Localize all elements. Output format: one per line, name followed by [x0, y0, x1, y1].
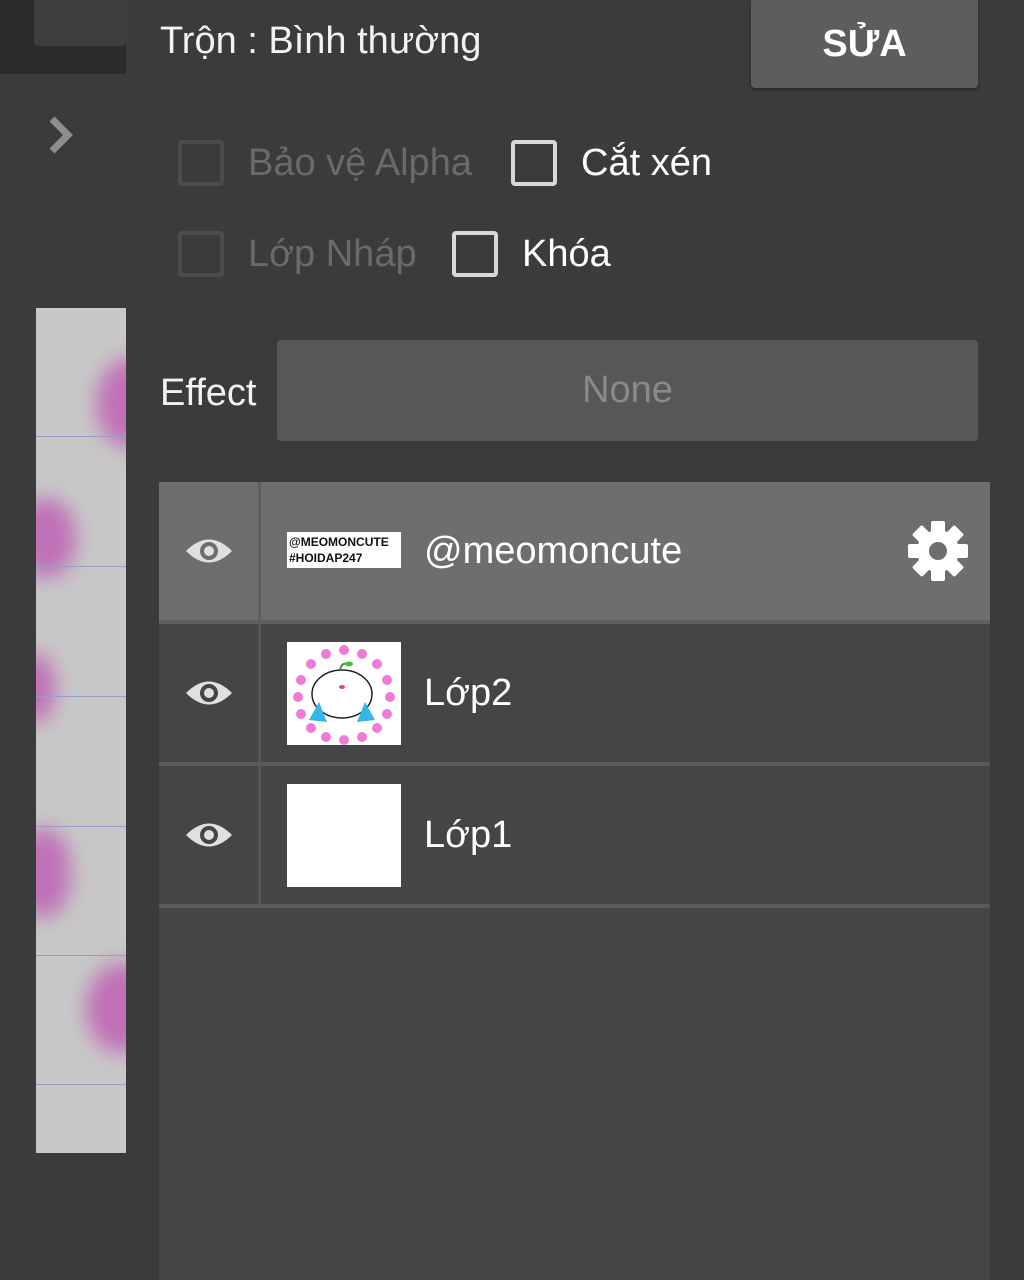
chevron-right-icon[interactable] [40, 112, 80, 158]
toolbar-button[interactable] [34, 0, 126, 46]
eye-icon [185, 823, 232, 847]
alpha-protect-checkbox[interactable] [178, 140, 224, 186]
draft-layer-checkbox[interactable] [178, 231, 224, 277]
blend-mode-label[interactable]: Trộn : Bình thường [160, 16, 481, 66]
layer-row-lop1[interactable]: Lớp1 [159, 766, 990, 908]
layer-list: @MEOMONCUTE #HOIDAP247 @meomoncute Lớp2 … [159, 482, 990, 1280]
lock-option[interactable]: Khóa [452, 231, 611, 277]
lock-label: Khóa [522, 232, 611, 275]
layer-visibility-toggle[interactable] [159, 482, 261, 620]
draft-layer-label: Lớp Nháp [248, 232, 417, 275]
layer-row-lop2[interactable]: Lớp2 [159, 624, 990, 766]
clipping-label: Cắt xén [581, 141, 712, 184]
canvas-preview [36, 308, 126, 1153]
clipping-option[interactable]: Cắt xén [511, 140, 712, 186]
effect-dropdown[interactable]: None [277, 340, 978, 441]
draft-layer-option[interactable]: Lớp Nháp [178, 231, 417, 277]
layer-name: @meomoncute [424, 529, 683, 572]
layer-thumbnail: @MEOMONCUTE #HOIDAP247 [287, 532, 401, 568]
layer-thumbnail [287, 784, 401, 887]
lock-checkbox[interactable] [452, 231, 498, 277]
eye-icon [185, 539, 232, 563]
canvas-side-strip [0, 0, 126, 1280]
layer-properties-panel: Trộn : Bình thường SỬA Bảo vệ Alpha Cắt … [126, 0, 1024, 1280]
layer-visibility-toggle[interactable] [159, 766, 261, 904]
layer-row-meomoncute[interactable]: @MEOMONCUTE #HOIDAP247 @meomoncute [159, 482, 990, 624]
eye-icon [185, 681, 232, 705]
thumb-text-line-2: #HOIDAP247 [289, 551, 363, 565]
clipping-checkbox[interactable] [511, 140, 557, 186]
effect-label: Effect [160, 372, 257, 414]
alpha-protect-label: Bảo vệ Alpha [248, 141, 472, 184]
layer-visibility-toggle[interactable] [159, 624, 261, 762]
layer-name: Lớp1 [424, 813, 513, 856]
edit-button[interactable]: SỬA [751, 0, 978, 88]
thumb-text-line-1: @MEOMONCUTE [289, 535, 389, 549]
alpha-protect-option[interactable]: Bảo vệ Alpha [178, 140, 472, 186]
gear-icon[interactable] [906, 519, 970, 583]
layer-thumbnail [287, 642, 401, 745]
layer-name: Lớp2 [424, 671, 513, 714]
